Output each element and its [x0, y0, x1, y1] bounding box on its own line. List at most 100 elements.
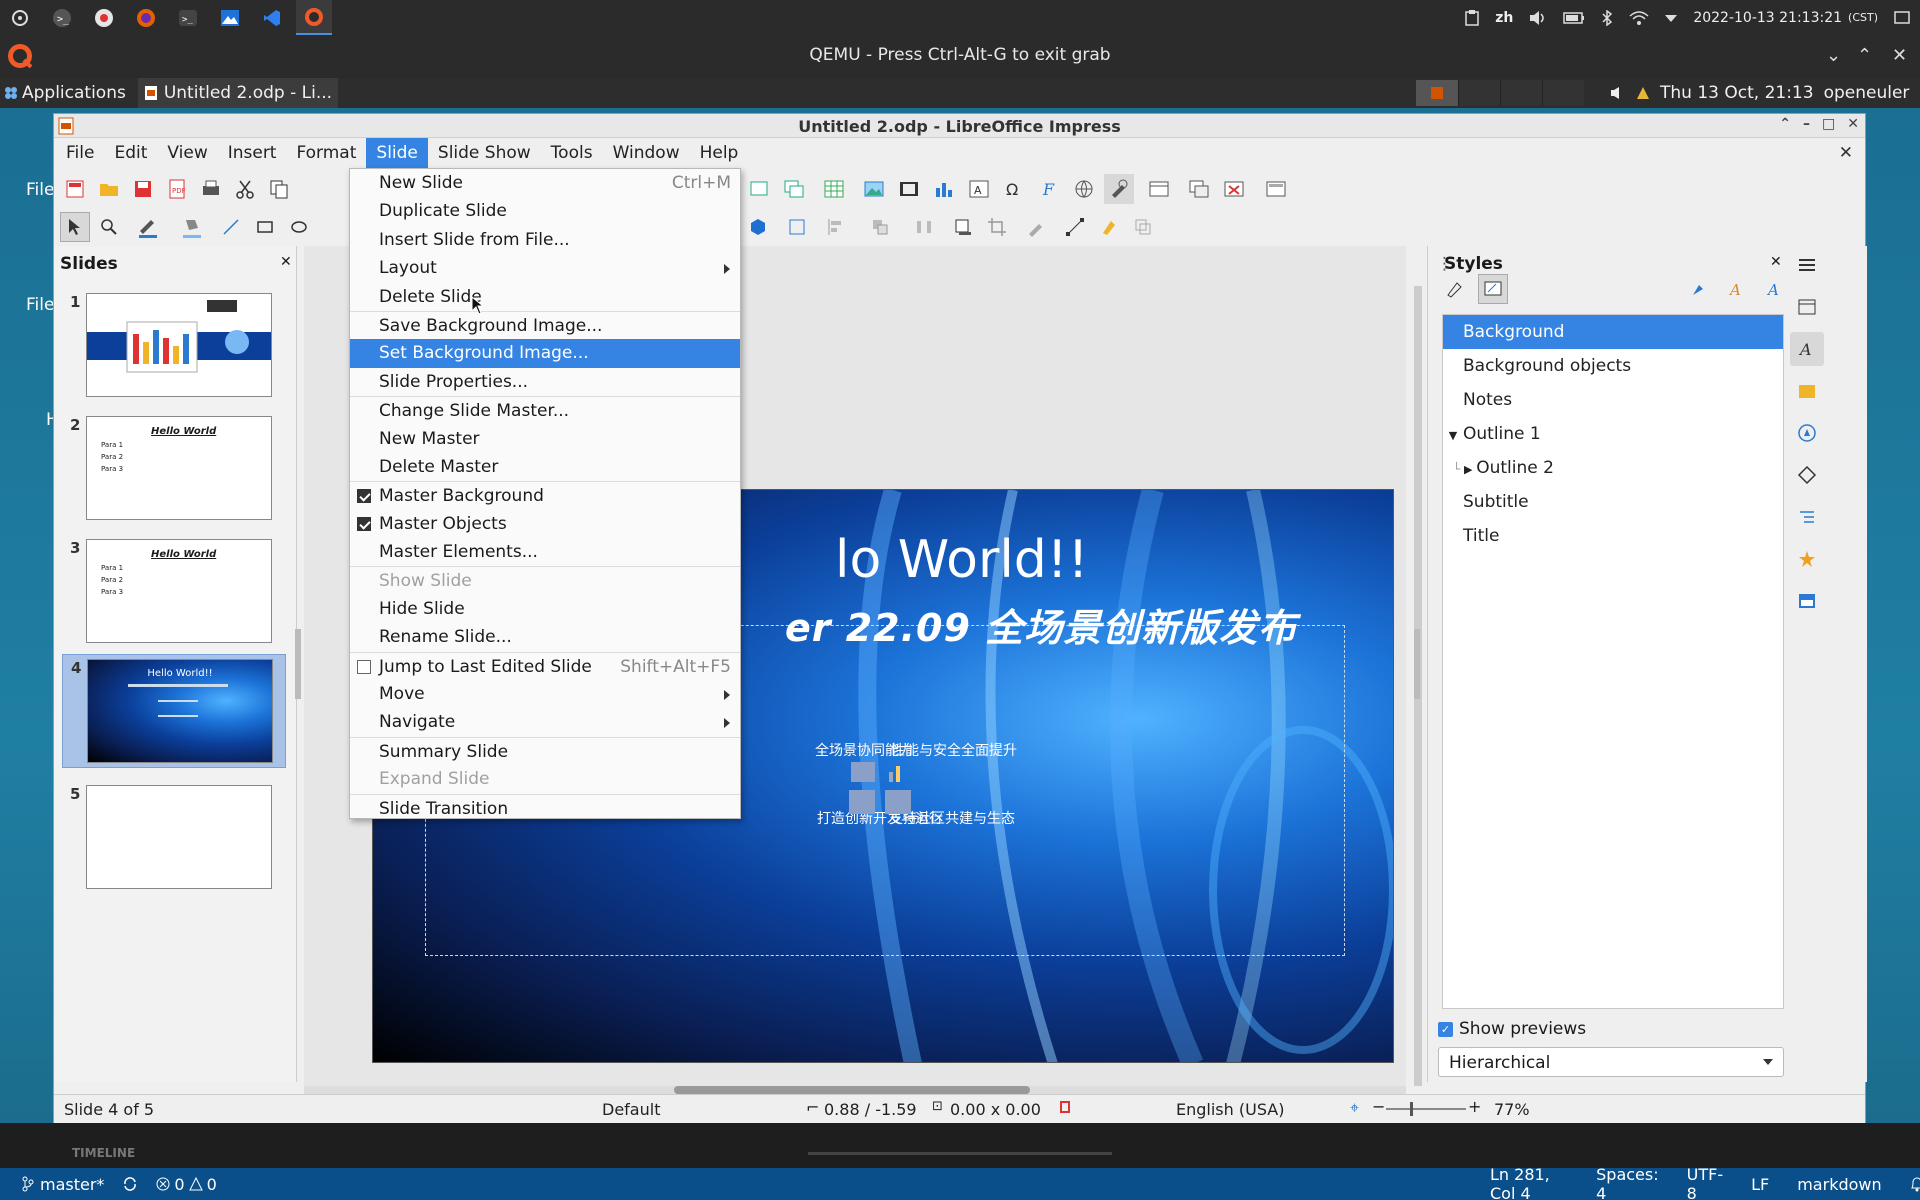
menu-view[interactable]: View — [157, 138, 217, 169]
open-folder-icon[interactable] — [94, 174, 124, 204]
styles-deck-icon[interactable]: A — [1790, 332, 1824, 366]
animation-deck-icon[interactable] — [1790, 542, 1824, 576]
duplicate-slide-icon[interactable] — [779, 174, 809, 204]
sync-icon[interactable] — [122, 1176, 138, 1192]
slide-thumbnail-2[interactable]: 2 Hello World Para 1 Para 2 Para 3 — [62, 416, 286, 526]
select-tool-icon[interactable] — [60, 212, 90, 242]
master-name[interactable]: Default — [602, 1100, 660, 1119]
menu-tools[interactable]: Tools — [541, 138, 603, 169]
glue-icon[interactable] — [1094, 212, 1124, 242]
shapes-deck-icon[interactable] — [1790, 458, 1824, 492]
maximize-icon[interactable]: ⌃ — [1857, 45, 1872, 66]
slide-title[interactable]: lo World!! — [835, 530, 1089, 590]
menu-format[interactable]: Format — [286, 138, 366, 169]
sidebar-menu-icon[interactable] — [1790, 248, 1824, 282]
menu-item-delete-master[interactable]: Delete Master — [350, 453, 740, 481]
menu-item-hide-slide[interactable]: Hide Slide — [350, 595, 740, 623]
menu-item-new-slide[interactable]: New Slide Ctrl+M — [350, 169, 740, 197]
vscode-app-icon[interactable] — [254, 0, 290, 35]
special-character-icon[interactable]: Ω — [999, 174, 1029, 204]
slide-thumbnail-1[interactable]: 1 — [62, 293, 286, 403]
menu-item-master-objects[interactable]: Master Objects — [350, 510, 740, 538]
menu-item-new-master[interactable]: New Master — [350, 425, 740, 453]
menu-item-master-elements[interactable]: Master Elements... — [350, 538, 740, 566]
presentation-styles-icon[interactable] — [1478, 274, 1508, 304]
workspace-3[interactable] — [1500, 80, 1542, 106]
window-close-icon[interactable]: ✕ — [1847, 116, 1859, 132]
styles-filter-select[interactable]: Hierarchical — [1438, 1047, 1784, 1077]
crop-icon[interactable] — [982, 212, 1012, 242]
language-status[interactable]: English (USA) — [1176, 1100, 1284, 1119]
menu-edit[interactable]: Edit — [104, 138, 157, 169]
chart-icon[interactable] — [929, 174, 959, 204]
notification-icon[interactable] — [1894, 10, 1910, 26]
master-slide-icon[interactable] — [1184, 174, 1214, 204]
menu-item-set-background-image[interactable]: Set Background Image... — [350, 339, 740, 368]
style-item-background-objects[interactable]: Background objects — [1443, 349, 1783, 383]
menu-item-save-background-image[interactable]: Save Background Image... — [350, 310, 740, 339]
menu-item-summary-slide[interactable]: Summary Slide — [350, 736, 740, 765]
fontwork-icon[interactable]: F — [1034, 174, 1064, 204]
window-maximize-icon[interactable]: □ — [1822, 116, 1835, 132]
language-mode[interactable]: markdown — [1797, 1175, 1881, 1194]
clipboard-icon[interactable] — [1465, 9, 1479, 26]
applications-menu[interactable]: Applications — [0, 83, 126, 103]
menu-item-navigate[interactable]: Navigate — [350, 708, 740, 736]
menu-item-expand-slide[interactable]: Expand Slide — [350, 765, 740, 793]
zoom-tool-icon[interactable] — [94, 212, 124, 242]
slide-transition-deck-icon[interactable] — [1790, 500, 1824, 534]
copy-icon[interactable] — [264, 174, 294, 204]
workspace-4[interactable] — [1542, 80, 1584, 106]
zoom-slider-thumb[interactable] — [1410, 1102, 1413, 1116]
fit-slide-icon[interactable]: ⌖ — [1350, 1098, 1359, 1118]
document-modified-icon[interactable] — [1060, 1101, 1070, 1113]
bell-icon[interactable] — [1910, 1176, 1920, 1192]
bluetooth-icon[interactable] — [1601, 9, 1613, 26]
drawing-styles-icon[interactable] — [1440, 274, 1470, 304]
sidebar-splitter[interactable] — [1414, 629, 1420, 699]
style-item-subtitle[interactable]: Subtitle — [1443, 485, 1783, 519]
draw-functions-icon[interactable] — [1104, 174, 1134, 204]
window-shade-icon[interactable]: ⌃ — [1779, 116, 1791, 132]
system-menu-icon[interactable] — [1665, 13, 1678, 23]
style-item-title[interactable]: Title — [1443, 519, 1783, 553]
style-item-background[interactable]: Background — [1443, 315, 1783, 349]
textbox-icon[interactable]: A — [964, 174, 994, 204]
collapse-triangle-icon[interactable]: ▶ — [1460, 453, 1476, 487]
cursor-position[interactable]: Ln 281, Col 4 — [1490, 1165, 1568, 1200]
desktop-file-label-2[interactable]: File — [26, 295, 54, 315]
desktop-file-label[interactable]: File — [26, 180, 54, 200]
rectangle-tool-icon[interactable] — [250, 212, 280, 242]
menu-item-jump-to-last-edited-slide[interactable]: Jump to Last Edited Slide Shift+Alt+F5 — [350, 651, 740, 680]
ellipse-tool-icon[interactable] — [284, 212, 314, 242]
encoding[interactable]: UTF-8 — [1687, 1165, 1723, 1200]
filter-icon[interactable] — [1016, 212, 1056, 242]
distribute-icon[interactable] — [904, 212, 944, 242]
print-icon[interactable] — [196, 174, 226, 204]
line-ending[interactable]: LF — [1751, 1175, 1769, 1194]
menu-item-slide-transition[interactable]: Slide Transition — [350, 793, 740, 822]
slides-pane-splitter[interactable] — [295, 629, 301, 699]
wifi-icon[interactable] — [1629, 10, 1649, 26]
problems-indicator[interactable]: 0 0 — [156, 1175, 217, 1194]
menu-item-slide-properties[interactable]: Slide Properties... — [350, 368, 740, 396]
save-icon[interactable] — [128, 174, 158, 204]
zoom-in-icon[interactable]: + — [1468, 1097, 1481, 1116]
export-pdf-icon[interactable]: PDF — [162, 174, 192, 204]
menu-file[interactable]: File — [56, 138, 104, 169]
activities-icon[interactable] — [2, 0, 38, 35]
points-icon[interactable] — [1060, 212, 1090, 242]
menu-item-rename-slide[interactable]: Rename Slide... — [350, 623, 740, 651]
fill-format-icon[interactable] — [1684, 274, 1714, 304]
menu-window[interactable]: Window — [603, 138, 690, 169]
menu-insert[interactable]: Insert — [218, 138, 287, 169]
style-item-outline-1[interactable]: ▼ Outline 1 — [1443, 417, 1783, 451]
menu-slide[interactable]: Slide — [366, 138, 428, 169]
minimize-icon[interactable]: ⌄ — [1826, 45, 1841, 66]
delete-slide-icon[interactable] — [1219, 174, 1249, 204]
window-minimize-icon[interactable]: – — [1803, 116, 1810, 132]
horizontal-scroll-thumb[interactable] — [674, 1086, 1030, 1094]
table-icon[interactable] — [814, 174, 854, 204]
menu-item-change-slide-master[interactable]: Change Slide Master... — [350, 396, 740, 424]
image-icon[interactable] — [859, 174, 889, 204]
